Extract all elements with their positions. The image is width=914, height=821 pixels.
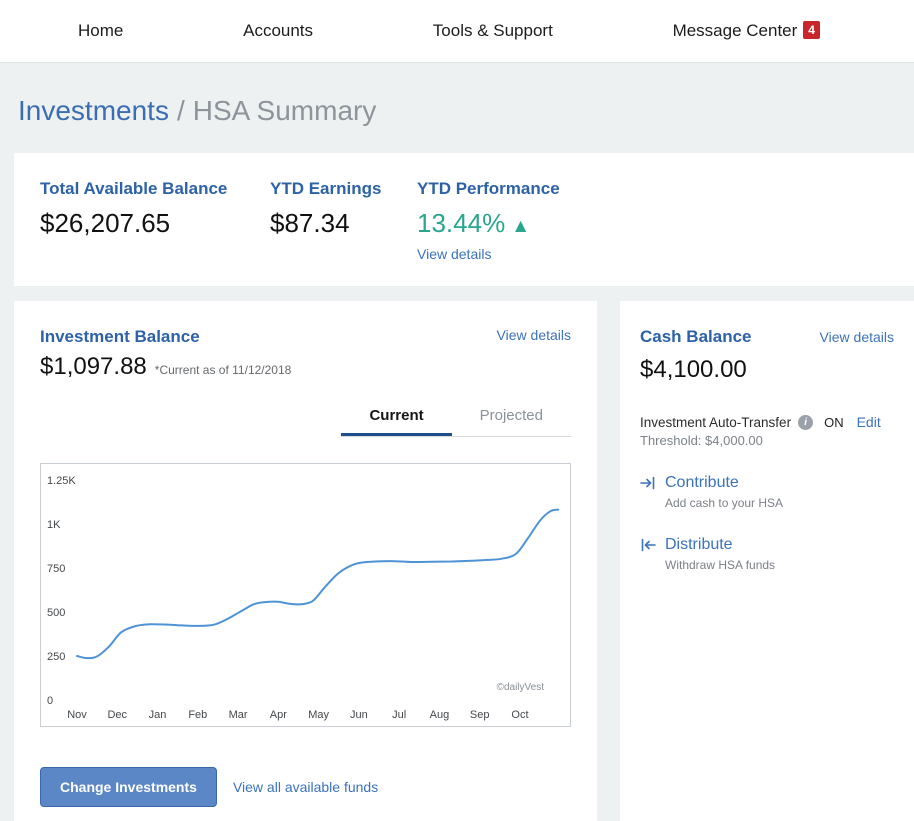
- svg-text:Jun: Jun: [350, 709, 368, 721]
- svg-text:Dec: Dec: [107, 709, 127, 721]
- ytd-performance-value: 13.44%: [417, 208, 506, 238]
- investment-chart-svg: 0 250 500 750 1K 1.25K Nov Dec Jan Feb Mar Apr May Ju…: [47, 475, 560, 721]
- svg-text:1.25K: 1.25K: [47, 475, 76, 487]
- as-of-note: *Current as of 11/12/2018: [154, 363, 292, 377]
- performance-up-icon: ▲: [511, 216, 530, 237]
- distribute-description: Withdraw HSA funds: [665, 558, 776, 572]
- distribute-arrow-icon: [640, 537, 656, 553]
- ytd-earnings-value: $87.34: [270, 208, 350, 238]
- contribute-arrow-icon: [640, 475, 656, 491]
- page-title: HSA Summary: [192, 95, 377, 126]
- investment-balance-card: Investment Balance View details $1,097.8…: [14, 301, 597, 821]
- cash-balance-title: Cash Balance: [640, 327, 752, 346]
- top-navigation: Home Accounts Tools & Support Message Ce…: [0, 0, 914, 63]
- auto-transfer-edit-link[interactable]: Edit: [857, 414, 881, 430]
- auto-transfer-status: ON: [824, 414, 844, 430]
- cash-view-details-link[interactable]: View details: [820, 329, 894, 345]
- svg-text:Mar: Mar: [229, 709, 248, 721]
- contribute-action: Contribute Add cash to your HSA: [640, 474, 894, 510]
- nav-item-accounts[interactable]: Accounts: [243, 21, 313, 41]
- svg-text:Jan: Jan: [149, 709, 167, 721]
- total-available-balance-label: Total Available Balance: [40, 179, 228, 198]
- breadcrumb: Investments / HSA Summary: [0, 63, 914, 153]
- chart-tabs: Current Projected: [341, 397, 571, 437]
- distribute-link[interactable]: Distribute: [640, 536, 894, 554]
- svg-text:Oct: Oct: [511, 709, 528, 721]
- distribute-label: Distribute: [665, 536, 733, 553]
- cash-balance-card: Cash Balance View details $4,100.00 Inve…: [620, 301, 914, 821]
- total-available-balance-block: Total Available Balance $26,207.65: [40, 179, 270, 264]
- svg-text:0: 0: [47, 695, 53, 707]
- breadcrumb-separator: /: [176, 95, 185, 126]
- nav-item-home[interactable]: Home: [78, 21, 123, 41]
- svg-text:May: May: [308, 709, 329, 721]
- contribute-label: Contribute: [665, 474, 739, 491]
- cash-balance-value: $4,100.00: [640, 356, 747, 383]
- svg-text:Jul: Jul: [392, 709, 406, 721]
- balance-summary-card: Total Available Balance $26,207.65 YTD E…: [14, 153, 914, 286]
- performance-view-details-link[interactable]: View details: [417, 246, 491, 262]
- svg-text:Sep: Sep: [470, 709, 490, 721]
- contribute-description: Add cash to your HSA: [665, 496, 784, 510]
- svg-text:©dailyVest: ©dailyVest: [497, 682, 545, 693]
- tab-current[interactable]: Current: [341, 397, 452, 436]
- auto-transfer-threshold: Threshold: $4,000.00: [640, 433, 763, 448]
- nav-item-tools-support[interactable]: Tools & Support: [433, 21, 553, 41]
- ytd-performance-label: YTD Performance: [417, 179, 560, 198]
- svg-text:Aug: Aug: [430, 709, 450, 721]
- investment-chart: 0 250 500 750 1K 1.25K Nov Dec Jan Feb Mar Apr May Ju…: [40, 463, 571, 727]
- unread-count-badge: 4: [803, 21, 820, 39]
- tab-projected[interactable]: Projected: [452, 397, 571, 436]
- distribute-action: Distribute Withdraw HSA funds: [640, 536, 894, 572]
- ytd-earnings-label: YTD Earnings: [270, 179, 382, 198]
- svg-text:750: 750: [47, 563, 65, 575]
- investment-view-details-link[interactable]: View details: [497, 327, 571, 343]
- nav-item-message-center[interactable]: Message Center 4: [673, 21, 820, 41]
- breadcrumb-investments-link[interactable]: Investments: [18, 95, 169, 126]
- ytd-earnings-block: YTD Earnings $87.34: [270, 179, 417, 264]
- svg-text:500: 500: [47, 607, 65, 619]
- svg-text:1K: 1K: [47, 519, 61, 531]
- investment-balance-value: $1,097.88: [40, 353, 147, 380]
- contribute-link[interactable]: Contribute: [640, 474, 894, 492]
- auto-transfer-label: Investment Auto-Transfer: [640, 414, 792, 430]
- svg-text:Nov: Nov: [67, 709, 87, 721]
- nav-item-label: Message Center: [672, 21, 798, 40]
- ytd-performance-block: YTD Performance 13.44% ▲ View details: [417, 179, 560, 264]
- change-investments-button[interactable]: Change Investments: [40, 767, 217, 807]
- total-available-balance-value: $26,207.65: [40, 208, 171, 238]
- svg-text:250: 250: [47, 651, 65, 663]
- svg-text:Apr: Apr: [270, 709, 287, 721]
- investment-balance-title: Investment Balance: [40, 327, 200, 346]
- svg-text:Feb: Feb: [188, 709, 207, 721]
- view-all-funds-link[interactable]: View all available funds: [233, 779, 378, 795]
- info-icon[interactable]: i: [798, 414, 814, 430]
